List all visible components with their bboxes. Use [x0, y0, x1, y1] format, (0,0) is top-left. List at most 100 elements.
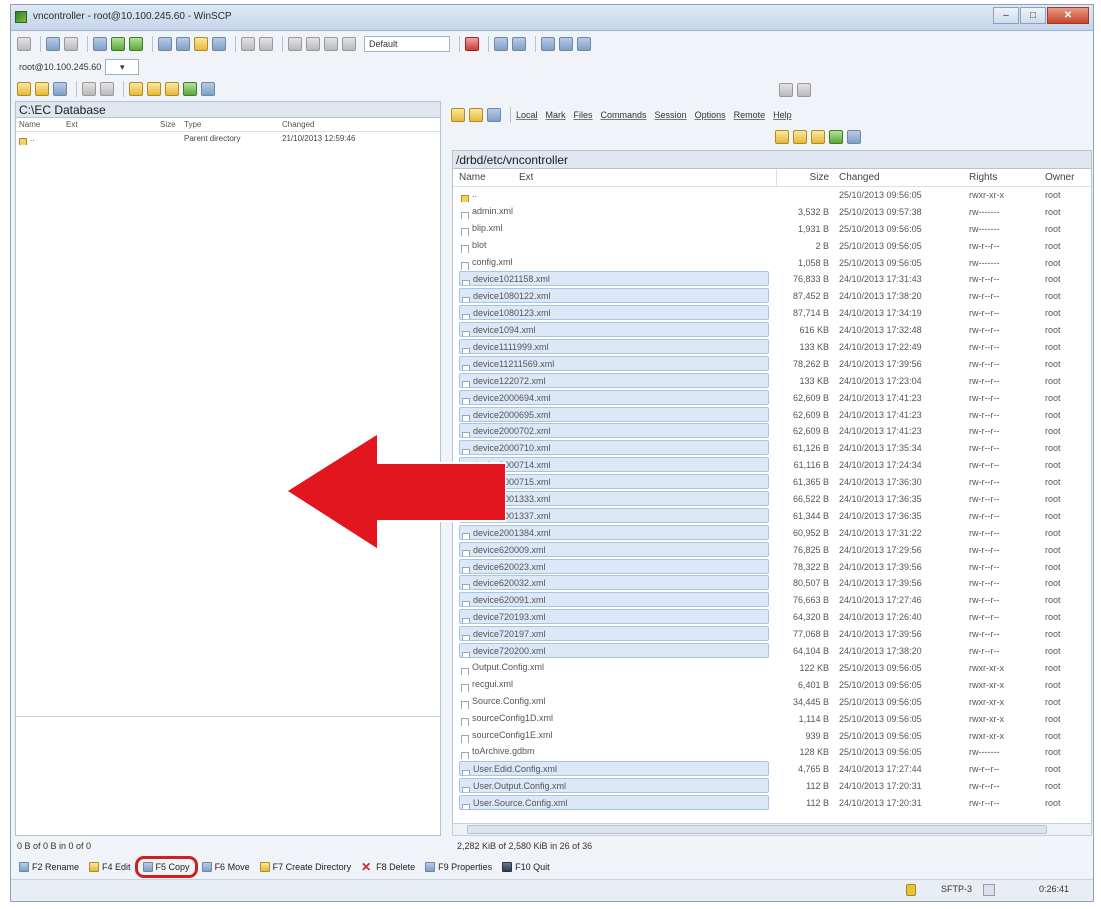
remote-file-row[interactable]: blip.xml 1,931 B 25/10/2013 09:56:05 rw----…: [453, 221, 1091, 238]
remote-folder-icon[interactable]: [469, 108, 483, 122]
remote-file-row[interactable]: device2000714.xml 61,116 B 24/10/2013 17:2…: [453, 457, 1091, 474]
remote-file-row[interactable]: device2001337.xml 61,344 B 24/10/2013 17:3…: [453, 507, 1091, 525]
local-panel-layout-icon[interactable]: [494, 37, 508, 51]
remote-file-row[interactable]: device11211569.xml 78,262 B 24/10/2013 17:…: [453, 355, 1091, 373]
remote-file-row[interactable]: Source.Config.xml 34,445 B 25/10/2013 09:5…: [453, 694, 1091, 711]
sort-icon[interactable]: [288, 37, 302, 51]
remote-file-row[interactable]: device2000702.xml 62,609 B 24/10/2013 17:4…: [453, 423, 1091, 440]
remote-refresh-icon[interactable]: [829, 130, 843, 144]
local-tree-icon[interactable]: [201, 82, 215, 96]
remote-file-row[interactable]: device2000694.xml 62,609 B 24/10/2013 17:4…: [453, 389, 1091, 407]
remote-file-row[interactable]: admin.xml 3,532 B 25/10/2013 09:57:38 rw---…: [453, 204, 1091, 221]
remote-file-row[interactable]: sourceConfig1D.xml 1,114 B 25/10/2013 09:5…: [453, 711, 1091, 728]
putty-icon[interactable]: [176, 37, 190, 51]
menu-help[interactable]: Help: [773, 110, 792, 120]
new-session-tab-button[interactable]: ▾: [105, 59, 140, 75]
remote-file-row[interactable]: device620091.xml 76,663 B 24/10/2013 17:27…: [453, 592, 1091, 609]
menu-remote[interactable]: Remote: [734, 110, 766, 120]
f2-rename-button[interactable]: F2 Rename: [19, 862, 79, 872]
queue-icon[interactable]: [46, 37, 60, 51]
local-filter-icon[interactable]: [53, 82, 67, 96]
remote-file-row[interactable]: device2000710.xml 61,126 B 24/10/2013 17:3…: [453, 440, 1091, 457]
menu-files[interactable]: Files: [574, 110, 593, 120]
f9-properties-button[interactable]: F9 Properties: [425, 862, 492, 872]
remote-file-row[interactable]: device620009.xml 76,825 B 24/10/2013 17:29…: [453, 541, 1091, 559]
remote-col-ext[interactable]: Ext: [519, 169, 533, 186]
back-arrow-icon[interactable]: [82, 82, 96, 96]
tree-view-icon[interactable]: [541, 37, 555, 51]
remote-file-row[interactable]: device1080123.xml 87,714 B 24/10/2013 17:3…: [453, 305, 1091, 322]
remote-file-row[interactable]: Output.Config.xml 122 KB 25/10/2013 09:56:…: [453, 660, 1091, 677]
local-refresh-icon[interactable]: [183, 82, 197, 96]
f7-create-directory-button[interactable]: F7 Create Directory: [259, 862, 351, 872]
keep-uptodate-icon[interactable]: [212, 37, 226, 51]
local-path[interactable]: C:\EC Database: [16, 102, 440, 118]
view-icon[interactable]: [241, 37, 255, 51]
remote-file-row[interactable]: device1080122.xml 87,452 B 24/10/2013 17:3…: [453, 288, 1091, 305]
minimize-button[interactable]: –: [993, 7, 1019, 24]
remote-file-row[interactable]: User.Output.Config.xml 112 B 24/10/2013 17…: [453, 778, 1091, 795]
local-col-type[interactable]: Type: [184, 118, 282, 131]
remote-back-arrow-icon[interactable]: [779, 83, 793, 97]
remote-parent-dir-icon[interactable]: [775, 130, 789, 144]
new-session-icon[interactable]: [465, 37, 479, 51]
remote-file-row[interactable]: device2000695.xml 62,609 B 24/10/2013 17:4…: [453, 406, 1091, 424]
remote-file-row[interactable]: device1111999.xml 133 KB 24/10/2013 17:22:…: [453, 339, 1091, 356]
panels-view-icon[interactable]: [559, 37, 573, 51]
scrollbar-thumb[interactable]: [467, 825, 1047, 834]
remote-file-row[interactable]: toArchive.gdbm 128 KB 25/10/2013 09:56:05 r…: [453, 744, 1091, 761]
local-col-ext[interactable]: Ext: [66, 118, 160, 131]
synchronize-icon[interactable]: [111, 37, 125, 51]
f4-edit-button[interactable]: F4 Edit: [89, 862, 131, 872]
f10-quit-button[interactable]: F10 Quit: [502, 862, 550, 872]
remote-file-row[interactable]: device620023.xml 78,322 B 24/10/2013 17:39…: [453, 558, 1091, 576]
remote-home-dir-icon[interactable]: [811, 130, 825, 144]
remote-file-row[interactable]: device720200.xml 64,104 B 24/10/2013 17:38…: [453, 643, 1091, 660]
menu-commands[interactable]: Commands: [601, 110, 647, 120]
home-dir-icon[interactable]: [165, 82, 179, 96]
local-col-name[interactable]: Name: [16, 118, 66, 131]
forward-arrow-icon[interactable]: [100, 82, 114, 96]
remote-file-row[interactable]: User.Source.Config.xml 112 B 24/10/2013 17…: [453, 795, 1091, 812]
transfer-settings-icon[interactable]: [64, 37, 78, 51]
remote-file-row[interactable]: .. 25/10/2013 09:56:05 rwxr-xr-x root: [453, 187, 1091, 204]
remote-file-row[interactable]: device2001384.xml 60,952 B 24/10/2013 17:3…: [453, 524, 1091, 542]
remote-col-owner[interactable]: Owner: [1039, 169, 1089, 186]
info-icon[interactable]: [342, 37, 356, 51]
remote-drive-icon[interactable]: [451, 108, 465, 122]
hidden-files-icon[interactable]: [324, 37, 338, 51]
preferences-icon[interactable]: [17, 37, 31, 51]
remote-col-size[interactable]: Size: [777, 169, 833, 186]
f5-copy-button[interactable]: F5 Copy: [134, 856, 198, 878]
remote-file-row[interactable]: blot 2 B 25/10/2013 09:56:05 rw-r--r-- root: [453, 238, 1091, 255]
local-file-row[interactable]: .. Parent directory 21/10/2013 12:59:46: [16, 132, 440, 145]
refresh-icon[interactable]: [129, 37, 143, 51]
remote-file-row[interactable]: device620032.xml 80,507 B 24/10/2013 17:39…: [453, 575, 1091, 592]
local-drive-icon[interactable]: [17, 82, 31, 96]
remote-file-row[interactable]: device122072.xml 133 KB 24/10/2013 17:23:0…: [453, 372, 1091, 390]
menu-options[interactable]: Options: [695, 110, 726, 120]
remote-col-changed[interactable]: Changed: [833, 169, 963, 186]
close-button[interactable]: ✕: [1047, 7, 1089, 24]
menu-session[interactable]: Session: [655, 110, 687, 120]
remote-file-row[interactable]: device720193.xml 64,320 B 24/10/2013 17:26…: [453, 609, 1091, 626]
compare-icon[interactable]: [93, 37, 107, 51]
view-list-icon[interactable]: [259, 37, 273, 51]
remote-col-rights[interactable]: Rights: [963, 169, 1039, 186]
remote-col-name[interactable]: Name: [459, 169, 519, 186]
local-col-size[interactable]: Size: [160, 118, 184, 131]
remote-tree-icon[interactable]: [847, 130, 861, 144]
remote-root-dir-icon[interactable]: [793, 130, 807, 144]
remote-file-row[interactable]: device2000715.xml 61,365 B 24/10/2013 17:3…: [453, 474, 1091, 491]
remote-file-row[interactable]: sourceConfig1E.xml 939 B 25/10/2013 09:56:…: [453, 728, 1091, 745]
remote-forward-arrow-icon[interactable]: [797, 83, 811, 97]
remote-file-row[interactable]: device720197.xml 77,068 B 24/10/2013 17:39…: [453, 626, 1091, 643]
session-tab[interactable]: root@10.100.245.60: [15, 60, 105, 74]
maximize-button[interactable]: □: [1020, 7, 1046, 24]
remote-file-row[interactable]: User.Edid.Config.xml 4,765 B 24/10/2013 17…: [453, 761, 1091, 778]
title-bar[interactable]: vncontroller - root@10.100.245.60 - WinS…: [11, 5, 1093, 31]
parent-dir-icon[interactable]: [129, 82, 143, 96]
f8-delete-button[interactable]: ✕ F8 Delete: [361, 861, 415, 873]
remote-file-row[interactable]: device2001333.xml 66,522 B 24/10/2013 17:3…: [453, 491, 1091, 508]
remote-file-row[interactable]: device1021158.xml 76,833 B 24/10/2013 17:3…: [453, 271, 1091, 288]
